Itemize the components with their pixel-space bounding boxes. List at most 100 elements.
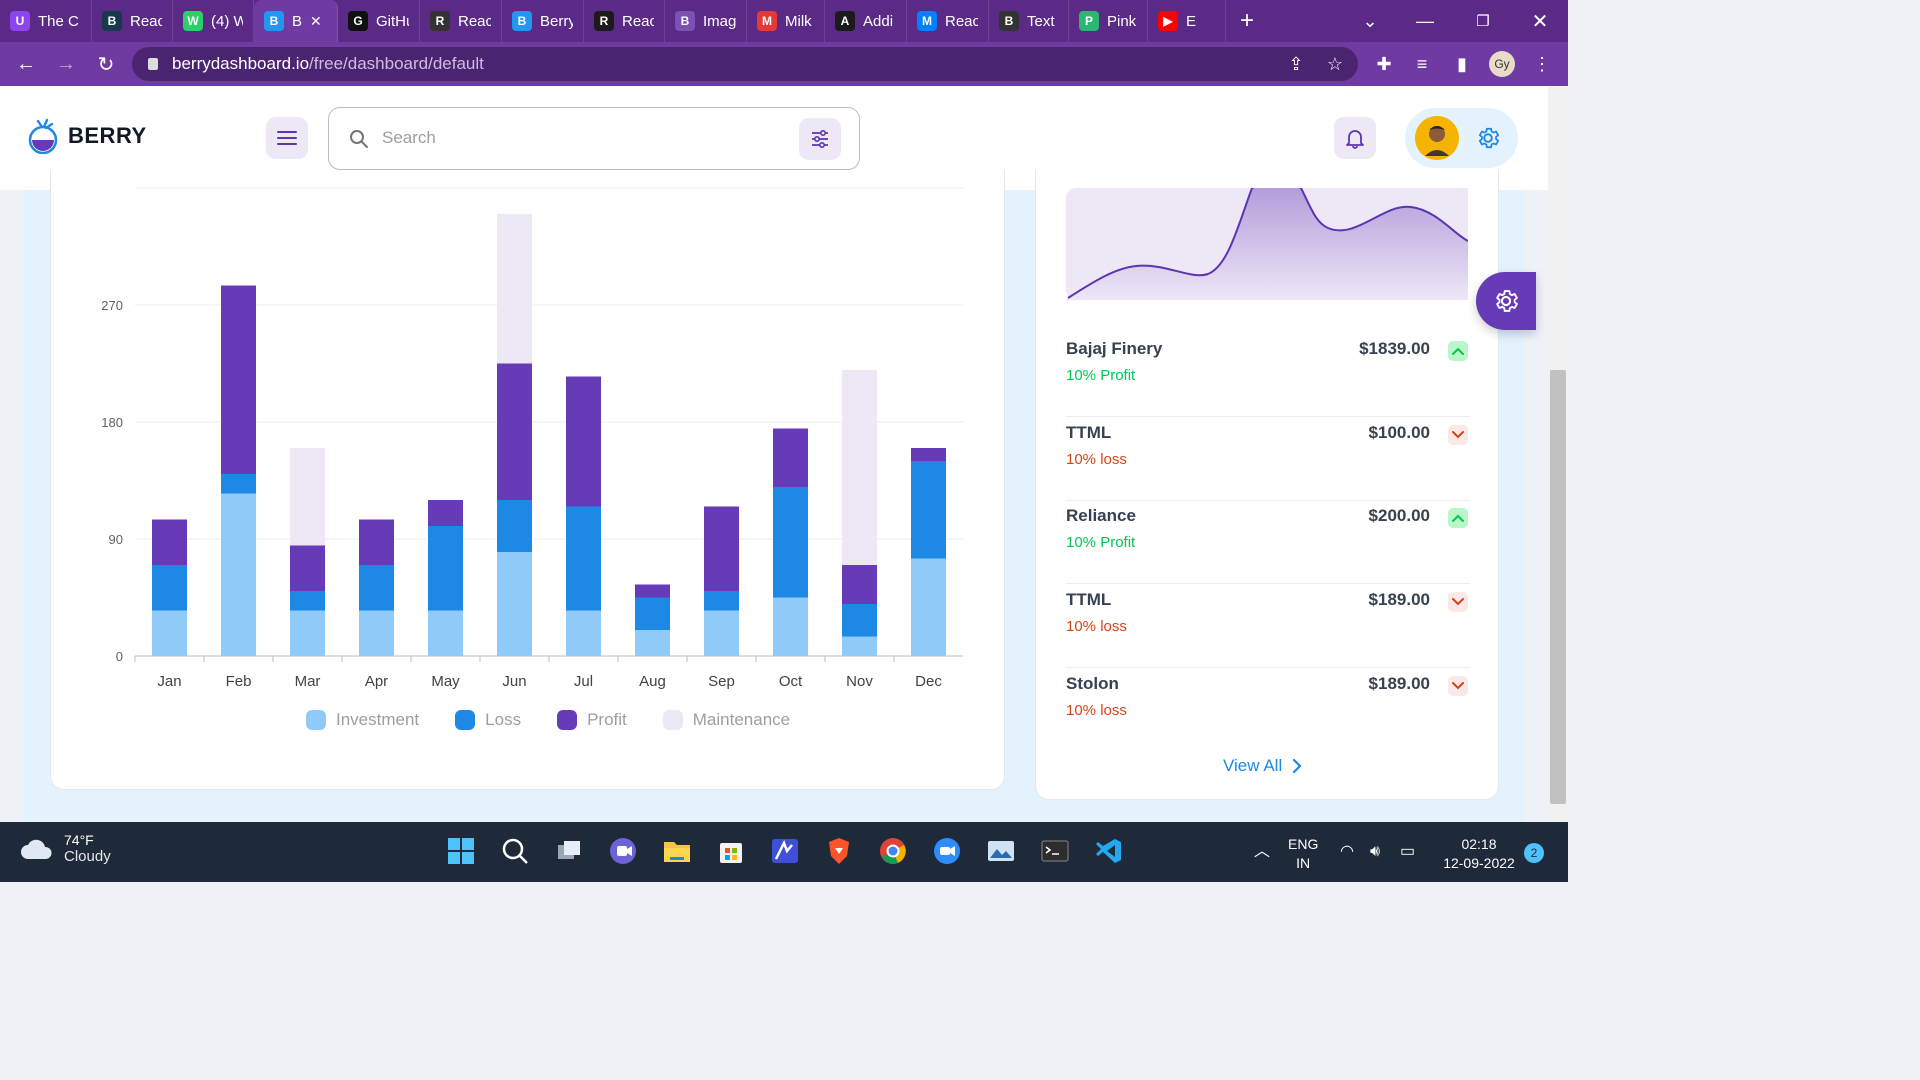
bar-investment-mar[interactable] [290, 610, 325, 657]
bar-loss-mar[interactable] [290, 591, 325, 611]
bar-profit-oct[interactable] [773, 428, 808, 488]
vscode-icon[interactable] [1092, 834, 1126, 868]
profile-menu-button[interactable] [1405, 108, 1518, 168]
browser-tab[interactable]: B Berry [502, 0, 584, 42]
bar-profit-feb[interactable] [221, 285, 256, 475]
mathway-app-icon[interactable] [768, 834, 802, 868]
photos-icon[interactable] [984, 834, 1018, 868]
notification-count-badge[interactable]: 2 [1524, 843, 1544, 863]
bar-loss-nov[interactable] [842, 604, 877, 637]
media-queue-icon[interactable]: ≡ [1404, 42, 1440, 86]
bar-profit-jun[interactable] [497, 363, 532, 501]
bookmark-star-icon[interactable]: ☆ [1317, 42, 1353, 86]
minimize-icon[interactable]: — [1405, 0, 1445, 42]
browser-tab[interactable]: B B ✕ [254, 0, 338, 42]
forward-icon[interactable]: → [46, 42, 86, 86]
browser-menu-icon[interactable]: ⋮ [1524, 42, 1560, 86]
search-filter-button[interactable] [799, 118, 841, 160]
legend-item-loss[interactable]: Loss [455, 710, 521, 730]
stock-row[interactable]: TTML $189.00 10% loss [1066, 584, 1470, 668]
bar-investment-apr[interactable] [359, 610, 394, 657]
brave-browser-icon[interactable] [822, 834, 856, 868]
legend-item-investment[interactable]: Investment [306, 710, 419, 730]
legend-item-maintenance[interactable]: Maintenance [662, 710, 790, 730]
browser-tab[interactable]: U The C [0, 0, 92, 42]
store-icon[interactable] [714, 834, 748, 868]
bar-profit-mar[interactable] [290, 545, 325, 592]
bar-investment-nov[interactable] [842, 636, 877, 657]
tab-search-icon[interactable]: ⌄ [1350, 0, 1390, 42]
volume-icon[interactable]: 🔊︎ [1370, 842, 1380, 861]
bar-profit-sep[interactable] [704, 506, 739, 592]
taskbar-search-icon[interactable] [498, 834, 532, 868]
chat-icon[interactable] [606, 834, 640, 868]
reload-icon[interactable]: ↻ [86, 42, 126, 86]
bar-investment-may[interactable] [428, 610, 463, 657]
bar-investment-sep[interactable] [704, 610, 739, 657]
browser-tab[interactable]: P Pink [1069, 0, 1148, 42]
browser-tab[interactable]: A Addi [825, 0, 907, 42]
wifi-icon[interactable]: ◠ [1340, 842, 1354, 861]
browser-tab[interactable]: ▶ E [1148, 0, 1226, 42]
tray-overflow-icon[interactable]: ︿ [1254, 842, 1270, 861]
bar-loss-may[interactable] [428, 526, 463, 611]
bar-profit-aug[interactable] [635, 584, 670, 598]
bar-loss-sep[interactable] [704, 591, 739, 611]
browser-tab[interactable]: M Milk [747, 0, 825, 42]
scrollbar-thumb[interactable] [1550, 370, 1566, 804]
extensions-icon[interactable]: ✚ [1366, 42, 1402, 86]
bar-investment-jan[interactable] [152, 610, 187, 657]
close-window-icon[interactable]: ✕ [1520, 0, 1560, 42]
browser-tab[interactable]: M React [907, 0, 989, 42]
browser-tab[interactable]: G GitHu [338, 0, 420, 42]
customization-fab[interactable] [1476, 272, 1536, 330]
legend-item-profit[interactable]: Profit [557, 710, 627, 730]
browser-tab[interactable]: B Imag [665, 0, 747, 42]
view-all-link[interactable]: View All [1223, 756, 1302, 776]
stock-row[interactable]: Bajaj Finery $1839.00 10% Profit [1066, 333, 1470, 417]
bar-investment-oct[interactable] [773, 597, 808, 657]
browser-tab[interactable]: B Text [989, 0, 1069, 42]
search-input[interactable] [382, 128, 782, 148]
bar-investment-jun[interactable] [497, 552, 532, 656]
bar-loss-jun[interactable] [497, 500, 532, 552]
bar-loss-dec[interactable] [911, 461, 946, 559]
bar-maintenance-jun[interactable] [497, 214, 532, 364]
bar-loss-aug[interactable] [635, 597, 670, 631]
stock-row[interactable]: Reliance $200.00 10% Profit [1066, 500, 1470, 584]
start-icon[interactable] [444, 834, 478, 868]
new-tab-icon[interactable]: + [1226, 0, 1268, 42]
battery-icon[interactable]: ▭ [1400, 842, 1415, 861]
browser-tab[interactable]: R React [584, 0, 665, 42]
stock-row[interactable]: Stolon $189.00 10% loss [1066, 668, 1470, 752]
bar-profit-jan[interactable] [152, 519, 187, 566]
bar-profit-jul[interactable] [566, 376, 601, 507]
side-panel-icon[interactable]: ▮ [1444, 42, 1480, 86]
terminal-icon[interactable] [1038, 834, 1072, 868]
bar-maintenance-mar[interactable] [290, 448, 325, 546]
bar-loss-apr[interactable] [359, 565, 394, 611]
brand-logo[interactable]: BERRY [28, 118, 147, 154]
browser-tab[interactable]: B React [92, 0, 173, 42]
share-icon[interactable]: ⇪ [1278, 42, 1314, 86]
language-indicator[interactable]: ENG IN [1288, 835, 1318, 873]
bar-loss-feb[interactable] [221, 474, 256, 494]
bar-profit-may[interactable] [428, 500, 463, 526]
chrome-icon[interactable] [876, 834, 910, 868]
bar-loss-jul[interactable] [566, 506, 601, 611]
clock[interactable]: 02:18 12-09-2022 [1436, 835, 1522, 873]
bar-profit-apr[interactable] [359, 519, 394, 566]
back-icon[interactable]: ← [6, 42, 46, 86]
bar-loss-oct[interactable] [773, 487, 808, 598]
bar-investment-dec[interactable] [911, 558, 946, 657]
bar-investment-jul[interactable] [566, 610, 601, 657]
notification-button[interactable] [1334, 117, 1376, 159]
browser-tab[interactable]: W (4) W [173, 0, 254, 42]
browser-profile-avatar[interactable]: Gy [1489, 51, 1515, 77]
restore-icon[interactable]: ❐ [1463, 0, 1503, 42]
bar-investment-feb[interactable] [221, 493, 256, 657]
url-input[interactable]: berrydashboard.io/free/dashboard/default [132, 47, 1358, 81]
bar-profit-dec[interactable] [911, 448, 946, 461]
sidebar-toggle-button[interactable] [266, 117, 308, 159]
browser-tab[interactable]: R React [420, 0, 502, 42]
